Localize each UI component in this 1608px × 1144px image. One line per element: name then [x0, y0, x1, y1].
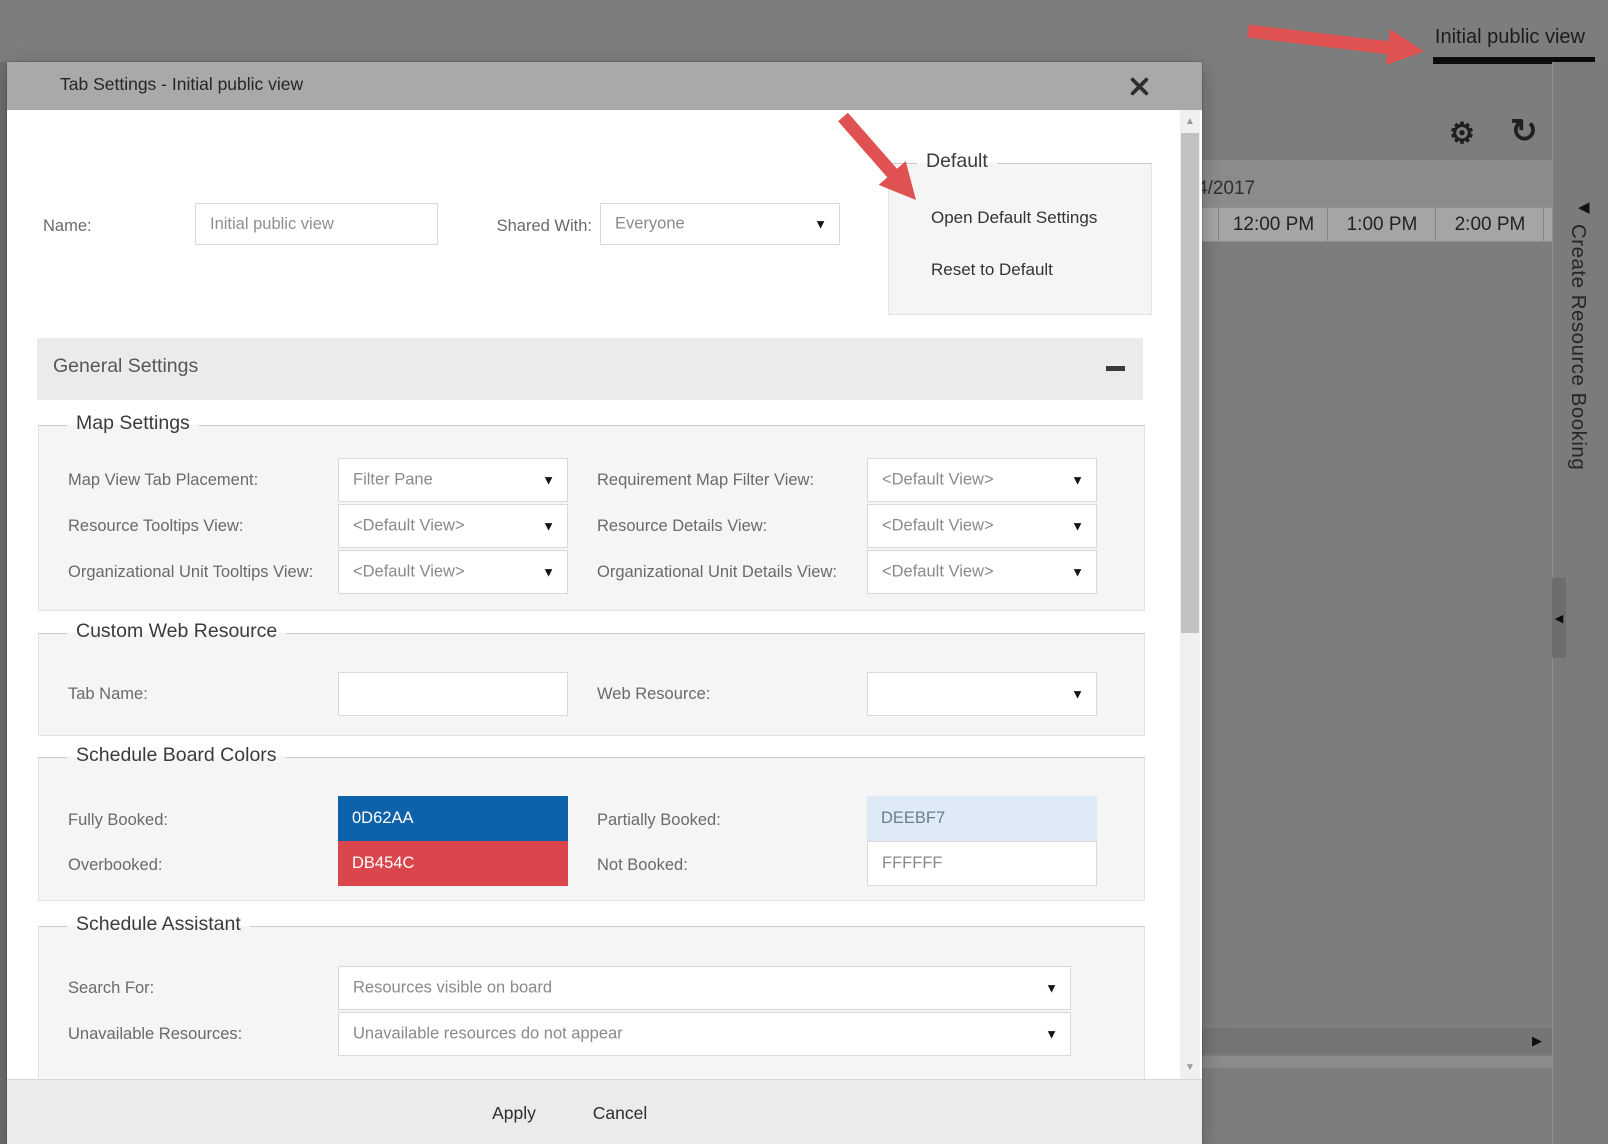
- name-input[interactable]: [195, 203, 438, 245]
- apply-button[interactable]: Apply: [469, 1098, 559, 1128]
- map-view-tab-placement-dropdown[interactable]: Filter Pane ▼: [338, 458, 568, 502]
- schedule-assistant-section: Schedule Assistant Search For: Resources…: [38, 926, 1145, 1079]
- org-unit-details-view-label: Organizational Unit Details View:: [597, 560, 837, 584]
- chevron-down-icon: ▼: [1071, 687, 1084, 702]
- partially-booked-color-field[interactable]: DEEBF7: [867, 796, 1097, 841]
- default-section: Default Open Default Settings Reset to D…: [888, 163, 1152, 315]
- board-bottom-band: [1202, 1056, 1552, 1068]
- schedule-board-colors-legend: Schedule Board Colors: [67, 744, 286, 767]
- dropdown-value: <Default View>: [353, 517, 465, 536]
- schedule-assistant-legend: Schedule Assistant: [67, 913, 250, 936]
- resource-details-view-label: Resource Details View:: [597, 514, 767, 538]
- dialog-scrollbar[interactable]: ▲ ▼: [1180, 110, 1200, 1079]
- requirement-map-filter-view-label: Requirement Map Filter View:: [597, 468, 814, 492]
- time-header-cell: 1:00 PM: [1327, 208, 1436, 241]
- overbooked-color-field[interactable]: DB454C: [338, 841, 568, 886]
- arrow-to-tab: [1248, 29, 1424, 65]
- custom-web-resource-section: Custom Web Resource Tab Name: Web Resour…: [38, 633, 1145, 736]
- dialog-titlebar: Tab Settings - Initial public view: [7, 62, 1202, 110]
- shared-with-label: Shared With:: [462, 214, 592, 238]
- search-for-label: Search For:: [68, 976, 154, 1000]
- partially-booked-label: Partially Booked:: [597, 808, 721, 832]
- time-header-cell: 12:00 PM: [1218, 208, 1328, 241]
- web-resource-label: Web Resource:: [597, 682, 710, 706]
- overbooked-label: Overbooked:: [68, 853, 162, 877]
- panel-splitter-handle[interactable]: ◀: [1552, 578, 1566, 658]
- tab-initial-public-view[interactable]: Initial public view: [1420, 26, 1585, 49]
- web-resource-dropdown[interactable]: ▼: [867, 672, 1097, 716]
- dialog-body: Name: Shared With: Everyone ▼ Default Op…: [7, 110, 1202, 1079]
- shared-with-value: Everyone: [615, 215, 685, 234]
- resource-details-view-dropdown[interactable]: <Default View> ▼: [867, 504, 1097, 548]
- search-for-dropdown[interactable]: Resources visible on board ▼: [338, 966, 1071, 1010]
- board-date-label: 4/2017: [1197, 178, 1255, 200]
- create-resource-booking-label[interactable]: Create Resource Booking: [1566, 224, 1590, 684]
- scrollbar-thumb[interactable]: [1181, 133, 1199, 633]
- general-settings-title: General Settings: [53, 355, 198, 378]
- org-unit-tooltips-view-dropdown[interactable]: <Default View> ▼: [338, 550, 568, 594]
- time-header-cell: 2:00 PM: [1435, 208, 1544, 241]
- close-icon[interactable]: [1125, 72, 1153, 100]
- scroll-up-icon[interactable]: ▲: [1180, 116, 1200, 127]
- board-horizontal-scrollbar[interactable]: ▶: [1202, 1028, 1552, 1054]
- chevron-down-icon: ▼: [1071, 565, 1084, 580]
- scroll-down-icon[interactable]: ▼: [1180, 1062, 1200, 1073]
- resource-tooltips-view-dropdown[interactable]: <Default View> ▼: [338, 504, 568, 548]
- board-time-header: 12:00 PM 1:00 PM 2:00 PM: [1202, 207, 1552, 242]
- org-unit-tooltips-view-label: Organizational Unit Tooltips View:: [68, 560, 313, 584]
- chevron-down-icon: ▼: [542, 519, 555, 534]
- resource-tooltips-view-label: Resource Tooltips View:: [68, 514, 243, 538]
- schedule-board-colors-section: Schedule Board Colors Fully Booked: 0D62…: [38, 757, 1145, 901]
- map-view-tab-placement-label: Map View Tab Placement:: [68, 468, 258, 492]
- scroll-right-icon[interactable]: ▶: [1532, 1033, 1542, 1049]
- fully-booked-label: Fully Booked:: [68, 808, 168, 832]
- map-settings-section: Map Settings Map View Tab Placement: Fil…: [38, 425, 1145, 611]
- org-unit-details-view-dropdown[interactable]: <Default View> ▼: [867, 550, 1097, 594]
- dropdown-value: Filter Pane: [353, 471, 433, 490]
- collapse-minus-icon[interactable]: [1106, 366, 1125, 371]
- not-booked-label: Not Booked:: [597, 853, 688, 877]
- dialog-footer: Apply Cancel: [7, 1079, 1202, 1144]
- tab-settings-dialog: Tab Settings - Initial public view Name:…: [7, 62, 1202, 1144]
- custom-web-resource-legend: Custom Web Resource: [67, 620, 286, 643]
- chevron-down-icon: ▼: [814, 217, 827, 232]
- dropdown-value: <Default View>: [882, 563, 994, 582]
- chevron-down-icon: ▼: [1071, 473, 1084, 488]
- dropdown-value: Resources visible on board: [353, 979, 552, 998]
- requirement-map-filter-view-dropdown[interactable]: <Default View> ▼: [867, 458, 1097, 502]
- dropdown-value: <Default View>: [882, 517, 994, 536]
- dialog-title: Tab Settings - Initial public view: [60, 74, 303, 95]
- panel-collapse-icon[interactable]: ◀: [1578, 198, 1590, 216]
- open-default-settings-link[interactable]: Open Default Settings: [931, 208, 1097, 228]
- map-settings-legend: Map Settings: [67, 412, 199, 435]
- refresh-icon[interactable]: ↻: [1509, 115, 1539, 145]
- not-booked-color-field[interactable]: FFFFFF: [867, 841, 1097, 886]
- cancel-button[interactable]: Cancel: [575, 1098, 665, 1128]
- reset-to-default-link[interactable]: Reset to Default: [931, 260, 1053, 280]
- chevron-down-icon: ▼: [1071, 519, 1084, 534]
- unavailable-resources-label: Unavailable Resources:: [68, 1022, 242, 1046]
- board-settings-gear-icon[interactable]: ⚙: [1447, 118, 1477, 148]
- chevron-down-icon: ▼: [1045, 981, 1058, 996]
- dropdown-value: <Default View>: [882, 471, 994, 490]
- general-settings-header[interactable]: General Settings: [37, 338, 1143, 400]
- dropdown-value: Unavailable resources do not appear: [353, 1025, 623, 1044]
- tab-name-label: Tab Name:: [68, 682, 148, 706]
- chevron-down-icon: ▼: [542, 565, 555, 580]
- fully-booked-color-field[interactable]: 0D62AA: [338, 796, 568, 841]
- screen: Initial public view ⚙ ↻ 4/2017 12:00 PM …: [0, 0, 1608, 1144]
- dropdown-value: <Default View>: [353, 563, 465, 582]
- chevron-down-icon: ▼: [1045, 1027, 1058, 1042]
- shared-with-dropdown[interactable]: Everyone ▼: [600, 203, 840, 245]
- default-legend: Default: [917, 150, 997, 173]
- unavailable-resources-dropdown[interactable]: Unavailable resources do not appear ▼: [338, 1012, 1071, 1056]
- chevron-down-icon: ▼: [542, 473, 555, 488]
- background-left-edge: [0, 62, 7, 1144]
- tab-name-input[interactable]: [338, 672, 568, 716]
- name-label: Name:: [43, 214, 92, 238]
